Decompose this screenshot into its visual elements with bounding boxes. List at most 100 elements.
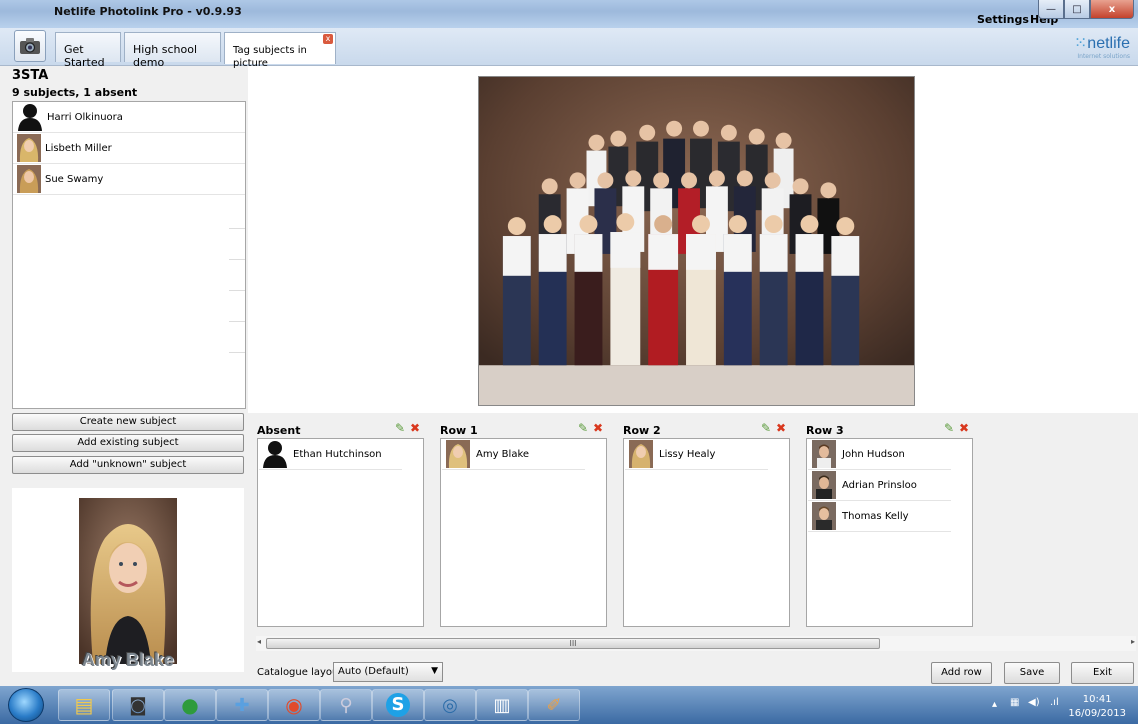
add-existing-subject-button[interactable]: Add existing subject: [12, 434, 244, 452]
row-title: Row 1: [440, 424, 478, 437]
tab-tag-subjects[interactable]: Tag subjects in picture x: [224, 32, 336, 69]
app-camera-icon[interactable]: [14, 30, 46, 62]
class-name: 3STA: [12, 68, 49, 83]
clock-time: 10:41: [1082, 694, 1112, 705]
subject-list[interactable]: Harri Olkinuora Lisbeth Miller Sue Swamy: [12, 101, 246, 409]
avatar: [629, 440, 653, 468]
subject-name: Thomas Kelly: [842, 510, 909, 522]
subject-name: John Hudson: [842, 448, 905, 460]
scroll-right-icon[interactable]: ▸: [1131, 637, 1135, 646]
clock-date: 16/09/2013: [1068, 708, 1126, 719]
settings-menu[interactable]: Settings: [977, 13, 1029, 26]
group-photo[interactable]: [478, 76, 915, 406]
avatar: [812, 440, 836, 468]
list-item[interactable]: Harri Olkinuora: [13, 102, 245, 133]
delete-icon[interactable]: ✖: [410, 421, 420, 435]
logo-dots-icon: ⁙: [1073, 35, 1088, 52]
taskbar: ▤ ◙ ● ✚ ◉ ⚲ S ◎ ▥ ✐ ▴ ▦ ◀) .ıl 10:41 16/…: [0, 686, 1138, 724]
preview-photo: [79, 498, 177, 664]
list-item[interactable]: Ethan Hutchinson: [259, 439, 402, 470]
close-window-button[interactable]: x: [1090, 0, 1134, 19]
volume-icon[interactable]: ◀): [1028, 697, 1040, 708]
add-row-button[interactable]: Add row: [931, 662, 992, 684]
clock[interactable]: 10:41 16/09/2013: [1068, 693, 1126, 721]
subject-name: Sue Swamy: [45, 173, 104, 185]
row-list[interactable]: Amy Blake: [440, 438, 607, 627]
silhouette-icon: [18, 104, 42, 131]
save-button[interactable]: Save: [1004, 662, 1060, 684]
divider: [229, 228, 245, 229]
divider: [229, 321, 245, 322]
edit-icon[interactable]: ✎: [578, 421, 588, 435]
network-icon[interactable]: ◎: [424, 689, 476, 721]
silhouette-icon: [263, 441, 287, 468]
catalogue-layout-select[interactable]: Auto (Default) ▼: [333, 662, 443, 682]
list-item[interactable]: John Hudson: [808, 439, 951, 470]
window-controls: — □ x: [1038, 0, 1134, 20]
delete-icon[interactable]: ✖: [776, 421, 786, 435]
file-explorer-icon[interactable]: ▤: [58, 689, 110, 721]
row-1: Row 1 ✎ ✖ Amy Blake: [440, 421, 607, 627]
edit-icon[interactable]: ✎: [395, 421, 405, 435]
signal-icon[interactable]: .ıl: [1050, 697, 1059, 708]
row-list[interactable]: Ethan Hutchinson: [257, 438, 424, 627]
subject-preview: Amy Blake: [12, 488, 244, 672]
search-tool-icon[interactable]: ⚲: [320, 689, 372, 721]
edit-icon[interactable]: ✎: [761, 421, 771, 435]
list-item[interactable]: Lisbeth Miller: [13, 133, 245, 164]
tray-device-icon[interactable]: ▦: [1010, 697, 1019, 708]
tab-close-icon[interactable]: x: [323, 34, 333, 44]
row-3: Row 3 ✎ ✖ John Hudson Adrian Prinsloo Th…: [806, 421, 973, 627]
list-item[interactable]: Thomas Kelly: [808, 501, 951, 532]
app-header: Get Started High school demo Tag subject…: [0, 28, 1138, 69]
row-2: Row 2 ✎ ✖ Lissy Healy: [623, 421, 790, 627]
tab-label: Get Started: [64, 43, 105, 69]
subject-name: Harri Olkinuora: [47, 111, 123, 123]
create-new-subject-button[interactable]: Create new subject: [12, 413, 244, 431]
delete-icon[interactable]: ✖: [593, 421, 603, 435]
catalogue-layout-value: Auto (Default): [338, 666, 409, 677]
netlife-logo: ⁙netlife Internet solutions: [1074, 33, 1130, 60]
scroll-left-icon[interactable]: ◂: [257, 637, 261, 646]
row-list[interactable]: Lissy Healy: [623, 438, 790, 627]
avatar: [17, 165, 41, 193]
avatar: [812, 471, 836, 499]
paint-icon[interactable]: ✐: [528, 689, 580, 721]
row-title: Absent: [257, 424, 301, 437]
logo-name: netlife: [1087, 35, 1130, 52]
horizontal-scrollbar[interactable]: ◂ III ▸: [256, 636, 1136, 651]
avatar: [446, 440, 470, 468]
list-item[interactable]: Lissy Healy: [625, 439, 768, 470]
tab-high-school-demo[interactable]: High school demo: [124, 32, 221, 69]
divider: [229, 259, 245, 260]
tray-arrow-icon[interactable]: ▴: [992, 699, 997, 710]
edit-icon[interactable]: ✎: [944, 421, 954, 435]
exit-button[interactable]: Exit: [1071, 662, 1134, 684]
catalogue-layout-label: Catalogue layout: [257, 667, 343, 678]
tab-get-started[interactable]: Get Started: [55, 32, 121, 69]
divider: [229, 290, 245, 291]
maximize-button[interactable]: □: [1064, 0, 1090, 19]
row-title: Row 2: [623, 424, 661, 437]
row-title: Row 3: [806, 424, 844, 437]
subject-name: Lisbeth Miller: [45, 142, 112, 154]
scrollbar-thumb[interactable]: III: [266, 638, 880, 649]
download-icon[interactable]: ●: [164, 689, 216, 721]
list-item[interactable]: Amy Blake: [442, 439, 585, 470]
photolink-camera-icon[interactable]: ◙: [112, 689, 164, 721]
minimize-button[interactable]: —: [1038, 0, 1064, 19]
list-item[interactable]: Sue Swamy: [13, 164, 245, 195]
chevron-down-icon: ▼: [431, 666, 438, 676]
pdf-document-icon[interactable]: ▥: [476, 689, 528, 721]
add-unknown-subject-button[interactable]: Add "unknown" subject: [12, 456, 244, 474]
divider: [229, 352, 245, 353]
delete-icon[interactable]: ✖: [959, 421, 969, 435]
list-item[interactable]: Adrian Prinsloo: [808, 470, 951, 501]
system-tray: ▴ ▦ ◀) .ıl 10:41 16/09/2013: [984, 690, 1134, 720]
row-list[interactable]: John Hudson Adrian Prinsloo Thomas Kelly: [806, 438, 973, 627]
puzzle-icon[interactable]: ✚: [216, 689, 268, 721]
chrome-icon[interactable]: ◉: [268, 689, 320, 721]
row-absent: Absent ✎ ✖ Ethan Hutchinson: [257, 421, 424, 627]
start-button[interactable]: [8, 688, 44, 722]
skype-icon[interactable]: S: [372, 689, 424, 721]
